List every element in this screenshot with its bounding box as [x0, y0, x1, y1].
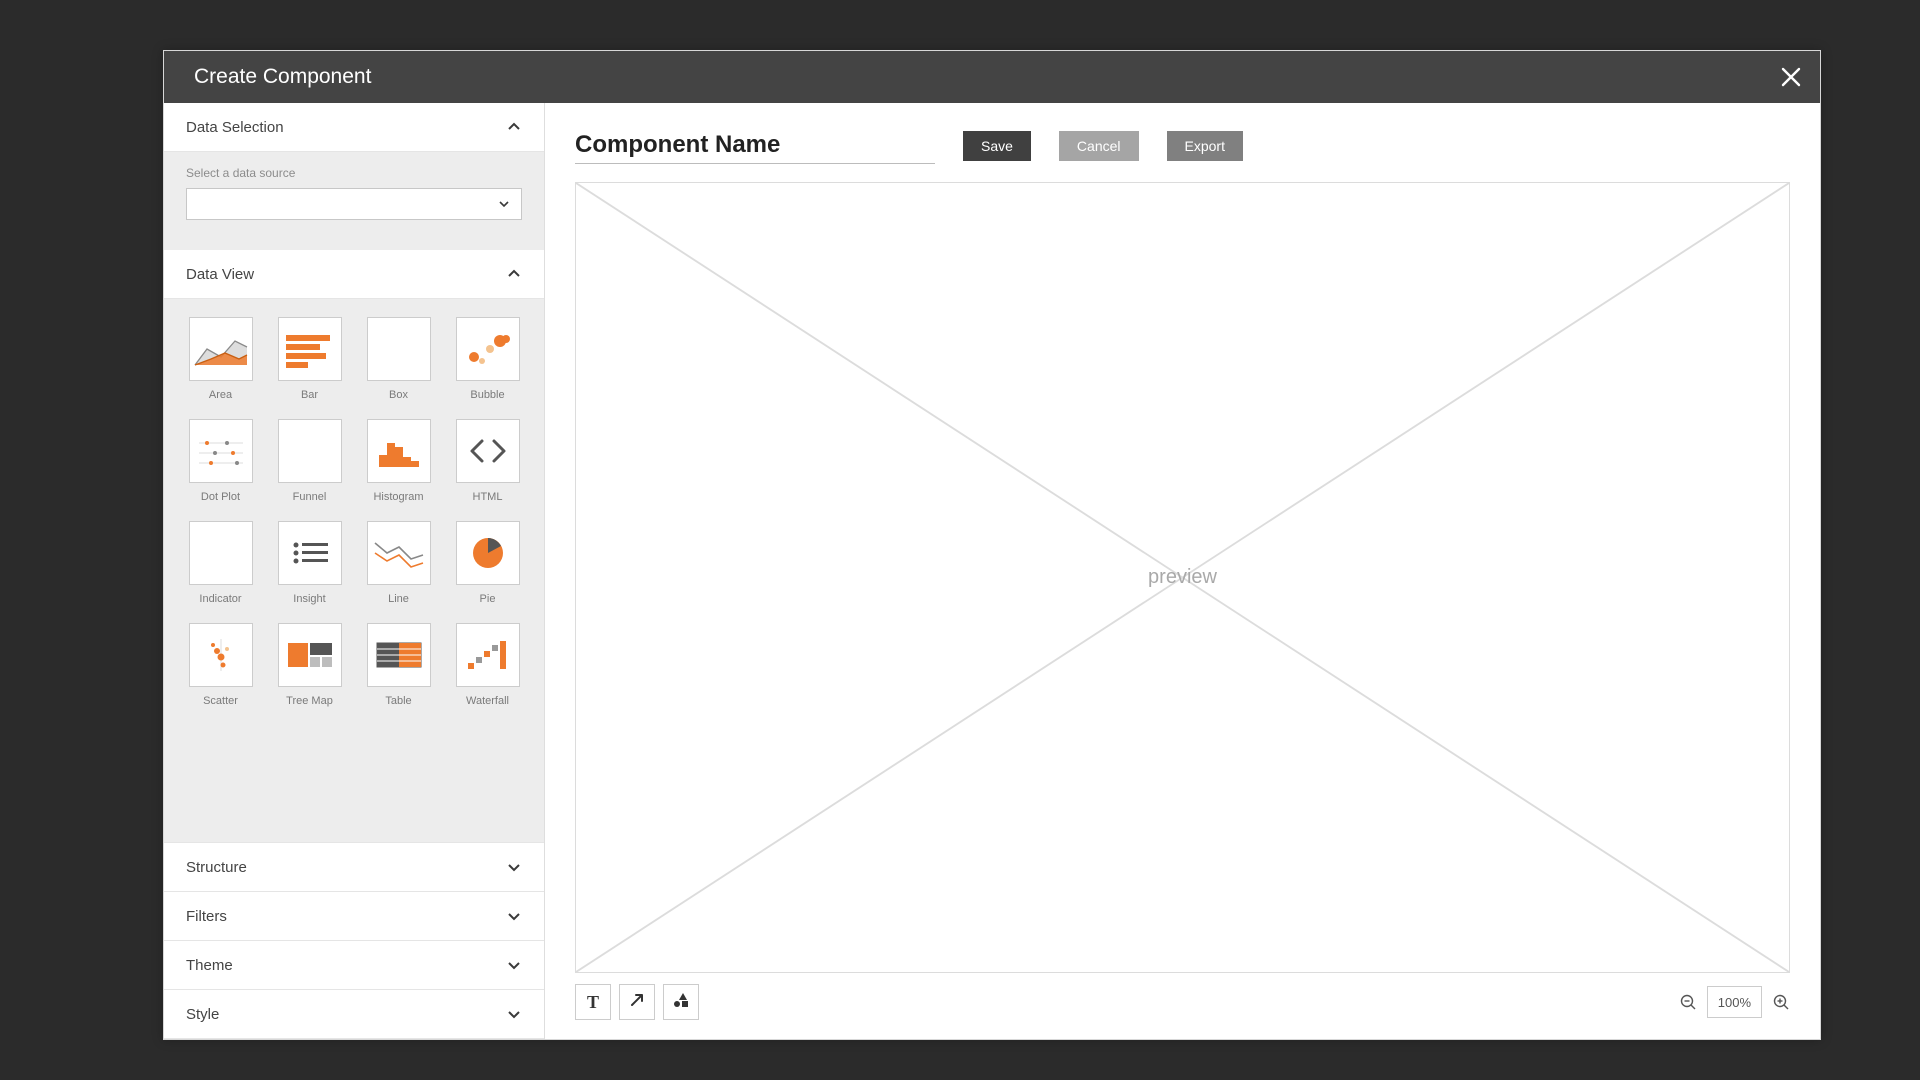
data-view-label: Funnel — [293, 491, 327, 503]
data-view-label: Bubble — [470, 389, 504, 401]
data-view-label: HTML — [473, 491, 503, 503]
tree-map-icon — [278, 623, 342, 687]
preview-pane: preview — [575, 182, 1790, 973]
chevron-up-icon — [506, 119, 522, 135]
data-view-html[interactable]: HTML — [453, 419, 522, 503]
data-view-label: Box — [389, 389, 408, 401]
chevron-down-icon — [506, 1006, 522, 1022]
bar-icon — [278, 317, 342, 381]
data-source-label: Select a data source — [186, 166, 522, 180]
create-component-modal: Create Component Data Selection Select a… — [163, 50, 1821, 1040]
line-icon — [367, 521, 431, 585]
table-icon — [367, 623, 431, 687]
accordion-data-view[interactable]: Data View — [164, 250, 544, 299]
accordion-title: Data View — [186, 266, 254, 283]
data-view-label: Area — [209, 389, 232, 401]
close-icon[interactable] — [1780, 66, 1802, 88]
accordion-title: Filters — [186, 908, 227, 925]
main-area: Save Cancel Export preview T — [545, 103, 1820, 1039]
footer: T — [575, 985, 1790, 1019]
funnel-icon — [278, 419, 342, 483]
data-view-label: Scatter — [203, 695, 238, 707]
box-icon — [367, 317, 431, 381]
data-view-tree-map[interactable]: Tree Map — [275, 623, 344, 707]
chevron-down-icon — [506, 859, 522, 875]
data-view-label: Line — [388, 593, 409, 605]
data-view-label: Tree Map — [286, 695, 333, 707]
scatter-icon — [189, 623, 253, 687]
shapes-icon — [672, 991, 690, 1014]
sidebar: Data Selection Select a data source Dat — [164, 103, 545, 1039]
text-icon: T — [587, 992, 599, 1013]
chevron-up-icon — [506, 266, 522, 282]
cancel-button[interactable]: Cancel — [1059, 131, 1139, 161]
pie-icon — [456, 521, 520, 585]
zoom-out-button[interactable] — [1679, 993, 1697, 1011]
export-button[interactable]: Export — [1167, 131, 1243, 161]
data-view-label: Dot Plot — [201, 491, 240, 503]
chevron-down-icon — [506, 957, 522, 973]
zoom-level[interactable]: 100% — [1707, 986, 1762, 1018]
data-view-line[interactable]: Line — [364, 521, 433, 605]
preview-label: preview — [1148, 566, 1217, 589]
accordion-structure[interactable]: Structure — [164, 842, 544, 891]
shapes-tool-button[interactable] — [663, 984, 699, 1020]
accordion-title: Theme — [186, 957, 233, 974]
data-view-grid: Area Bar — [164, 299, 544, 735]
accordion-filters[interactable]: Filters — [164, 891, 544, 940]
accordion-title: Style — [186, 1006, 219, 1023]
dot-plot-icon — [189, 419, 253, 483]
component-name-input[interactable] — [575, 127, 935, 164]
indicator-icon — [189, 521, 253, 585]
data-view-label: Waterfall — [466, 695, 509, 707]
modal-header: Create Component — [164, 51, 1820, 103]
accordion-title: Structure — [186, 859, 247, 876]
data-view-scatter[interactable]: Scatter — [186, 623, 255, 707]
waterfall-icon — [456, 623, 520, 687]
data-view-waterfall[interactable]: Waterfall — [453, 623, 522, 707]
accordion-theme[interactable]: Theme — [164, 940, 544, 989]
data-view-dot-plot[interactable]: Dot Plot — [186, 419, 255, 503]
data-view-label: Indicator — [199, 593, 241, 605]
text-tool-button[interactable]: T — [575, 984, 611, 1020]
data-view-label: Table — [385, 695, 411, 707]
data-view-pie[interactable]: Pie — [453, 521, 522, 605]
arrow-icon — [629, 992, 645, 1013]
data-view-bar[interactable]: Bar — [275, 317, 344, 401]
data-view-bubble[interactable]: Bubble — [453, 317, 522, 401]
modal-title: Create Component — [194, 65, 371, 89]
area-icon — [189, 317, 253, 381]
data-view-label: Histogram — [373, 491, 423, 503]
data-source-select[interactable] — [186, 188, 522, 220]
data-view-table[interactable]: Table — [364, 623, 433, 707]
accordion-data-selection[interactable]: Data Selection — [164, 103, 544, 152]
arrow-tool-button[interactable] — [619, 984, 655, 1020]
data-view-area[interactable]: Area — [186, 317, 255, 401]
data-view-box[interactable]: Box — [364, 317, 433, 401]
chevron-down-icon — [506, 908, 522, 924]
histogram-icon — [367, 419, 431, 483]
data-view-indicator[interactable]: Indicator — [186, 521, 255, 605]
html-icon — [456, 419, 520, 483]
data-view-label: Insight — [293, 593, 325, 605]
data-view-label: Bar — [301, 389, 318, 401]
data-view-insight[interactable]: Insight — [275, 521, 344, 605]
accordion-title: Data Selection — [186, 119, 284, 136]
bubble-icon — [456, 317, 520, 381]
data-view-histogram[interactable]: Histogram — [364, 419, 433, 503]
data-view-funnel[interactable]: Funnel — [275, 419, 344, 503]
data-view-label: Pie — [480, 593, 496, 605]
zoom-in-button[interactable] — [1772, 993, 1790, 1011]
insight-icon — [278, 521, 342, 585]
save-button[interactable]: Save — [963, 131, 1031, 161]
accordion-style[interactable]: Style — [164, 989, 544, 1039]
